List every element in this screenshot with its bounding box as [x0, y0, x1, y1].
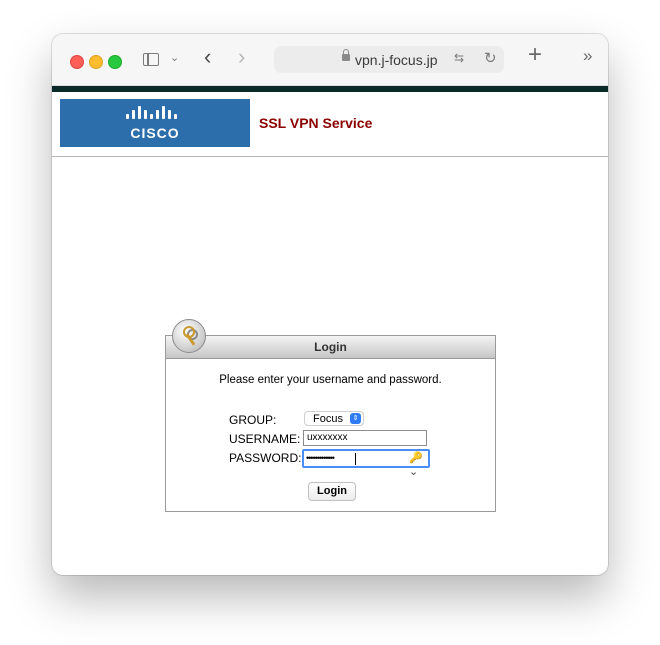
- username-field[interactable]: uxxxxxxx: [303, 430, 427, 446]
- group-value: Focus: [313, 413, 343, 425]
- service-title: SSL VPN Service: [259, 115, 373, 131]
- login-panel-header: Login: [166, 336, 495, 359]
- text-caret: [355, 453, 356, 465]
- lock-icon: [342, 49, 350, 61]
- address-bar[interactable]: vpn.j-focus.jp ⇆ ↻: [274, 46, 504, 73]
- login-prompt: Please enter your username and password.: [219, 374, 442, 386]
- plus-icon[interactable]: +: [528, 43, 542, 67]
- group-label: GROUP:: [229, 413, 277, 427]
- overflow-icon[interactable]: »: [583, 47, 592, 64]
- password-field[interactable]: ••••••••••••• 🔑⌄: [302, 449, 430, 478]
- browser-toolbar: ⌄ ‹ › vpn.j-focus.jp ⇆ ↻ + »: [52, 34, 608, 86]
- select-chevron-icon: ⇕: [350, 413, 361, 424]
- group-select[interactable]: Focus ⇕: [304, 411, 364, 426]
- password-mask: •••••••••••••: [306, 453, 335, 463]
- minimize-window-button[interactable]: [89, 55, 103, 69]
- keys-icon: [172, 319, 206, 353]
- chevron-down-icon[interactable]: ⌄: [170, 53, 179, 64]
- login-button[interactable]: Login: [308, 482, 356, 501]
- zoom-window-button[interactable]: [108, 55, 122, 69]
- username-label: USERNAME:: [229, 432, 301, 446]
- close-window-button[interactable]: [70, 55, 84, 69]
- back-icon[interactable]: ‹: [204, 46, 211, 68]
- login-title: Login: [314, 340, 347, 354]
- reload-icon[interactable]: ↻: [484, 49, 497, 67]
- sidebar-icon[interactable]: [143, 53, 159, 66]
- url-text[interactable]: vpn.j-focus.jp: [355, 52, 437, 68]
- login-panel: Login Please enter your username and pas…: [165, 335, 496, 512]
- translate-icon[interactable]: ⇆: [454, 51, 464, 65]
- cisco-logo: CISCO: [60, 99, 250, 147]
- page-header: CISCO SSL VPN Service: [52, 92, 608, 157]
- password-label: PASSWORD:: [229, 451, 302, 465]
- forward-icon[interactable]: ›: [238, 46, 245, 68]
- logo-text: CISCO: [130, 125, 180, 141]
- browser-window: ⌄ ‹ › vpn.j-focus.jp ⇆ ↻ + » CISCO SSL V…: [52, 34, 608, 575]
- password-key-icon[interactable]: 🔑⌄: [409, 451, 428, 479]
